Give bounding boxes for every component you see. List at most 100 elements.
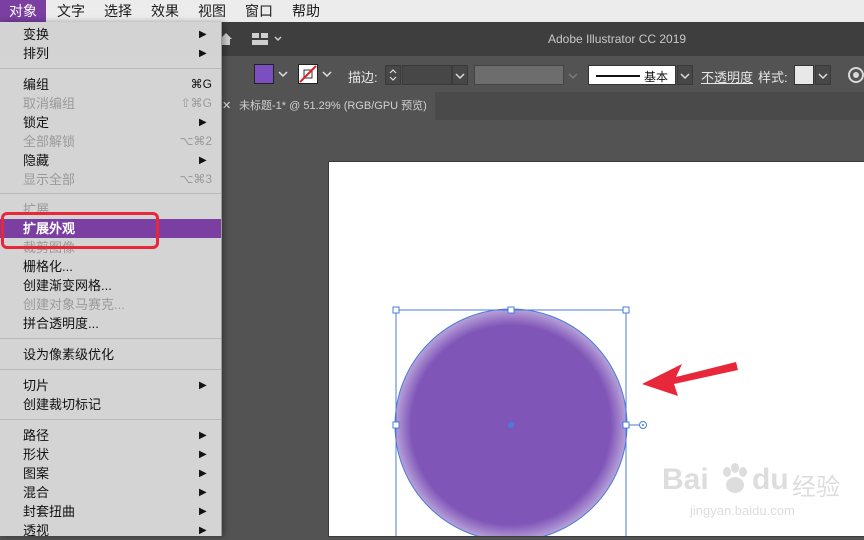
style-label: 样式: (758, 70, 788, 85)
menu-item-hide[interactable]: 隐藏 ▶ (0, 151, 221, 170)
menu-item-label: 栅格化... (23, 259, 73, 274)
stroke-style-value: 基本 (644, 70, 669, 84)
menu-item-create-trim-marks[interactable]: 创建裁切标记 (0, 395, 221, 414)
recolor-icon[interactable] (847, 66, 864, 84)
menu-item-shortcut: ⌘G (190, 77, 212, 91)
menu-item-blend[interactable]: 混合 ▶ (0, 483, 221, 502)
menu-item-label: 图案 (23, 466, 50, 481)
red-highlight-annotation (1, 212, 159, 249)
menu-item-rasterize[interactable]: 栅格化... (0, 257, 221, 276)
fill-swatch[interactable] (254, 64, 274, 84)
menu-separator (0, 68, 221, 69)
menu-item-label: 路径 (23, 428, 50, 443)
menu-item-path[interactable]: 路径 ▶ (0, 426, 221, 445)
submenu-arrow-icon: ▶ (199, 380, 207, 391)
menu-separator (0, 193, 221, 194)
menu-item-group[interactable]: 编组 ⌘G (0, 75, 221, 94)
menu-item-unlock-all: 全部解锁 ⌥⌘2 (0, 132, 221, 151)
menu-item-label: 隐藏 (23, 153, 50, 168)
handle-top-left[interactable] (392, 306, 400, 314)
menu-effect[interactable]: 效果 (142, 0, 188, 22)
menu-separator (0, 369, 221, 370)
menu-item-ungroup: 取消编组 ⇧⌘G (0, 94, 221, 113)
submenu-arrow-icon: ▶ (199, 430, 207, 441)
menu-separator (0, 338, 221, 339)
baidu-watermark: Bai du 经验 jingyan.baidu.com (652, 455, 864, 536)
menu-item-lock[interactable]: 锁定 ▶ (0, 113, 221, 132)
document-tab[interactable]: ✕ 未标题-1* @ 51.29% (RGB/GPU 预览) (220, 92, 435, 120)
submenu-arrow-icon: ▶ (199, 449, 207, 460)
submenu-arrow-icon: ▶ (199, 155, 207, 166)
submenu-arrow-icon: ▶ (199, 117, 207, 128)
menu-item-label: 锁定 (23, 115, 50, 130)
menu-item-create-object-mosaic: 创建对象马赛克... (0, 295, 221, 314)
watermark-url: jingyan.baidu.com (690, 503, 795, 518)
graphic-style-swatch[interactable] (794, 65, 814, 85)
menu-item-shortcut: ⇧⌘G (180, 96, 212, 110)
handle-top-middle[interactable] (507, 306, 515, 314)
handle-middle-right[interactable] (622, 421, 630, 429)
menu-item-label: 取消编组 (23, 96, 76, 111)
menu-item-pattern[interactable]: 图案 ▶ (0, 464, 221, 483)
variable-width-profile[interactable] (474, 65, 564, 85)
red-arrow-annotation (642, 362, 738, 396)
submenu-arrow-icon: ▶ (199, 468, 207, 479)
menu-item-label: 切片 (23, 378, 50, 393)
arrange-documents-icon[interactable] (251, 31, 283, 47)
submenu-arrow-icon: ▶ (199, 487, 207, 498)
menu-item-flatten-transparency[interactable]: 拼合透明度... (0, 314, 221, 333)
watermark-brand2: du (752, 463, 789, 496)
chevron-down-icon[interactable] (452, 65, 468, 85)
chevron-down-icon[interactable] (566, 66, 580, 84)
document-tab-title: 未标题-1* @ 51.29% (RGB/GPU 预览) (239, 100, 427, 112)
menu-item-slice[interactable]: 切片 ▶ (0, 376, 221, 395)
close-icon[interactable]: ✕ (222, 92, 231, 120)
menu-item-label: 创建渐变网格... (23, 278, 112, 293)
handle-top-right[interactable] (622, 306, 630, 314)
submenu-arrow-icon: ▶ (199, 29, 207, 40)
menu-window[interactable]: 窗口 (236, 0, 282, 22)
chevron-down-icon[interactable] (815, 65, 831, 85)
menu-item-create-gradient-mesh[interactable]: 创建渐变网格... (0, 276, 221, 295)
menu-item-show-all: 显示全部 ⌥⌘3 (0, 170, 221, 189)
brush-definition-select[interactable]: 基本 (588, 65, 676, 85)
menu-view[interactable]: 视图 (189, 0, 235, 22)
menu-item-label: 封套扭曲 (23, 504, 76, 519)
handle-middle-left[interactable] (392, 421, 400, 429)
chevron-down-icon[interactable] (276, 66, 290, 82)
menu-item-shape[interactable]: 形状 ▶ (0, 445, 221, 464)
menu-item-label: 设为像素级优化 (23, 347, 115, 362)
menu-item-label: 排列 (23, 46, 50, 61)
app-title: Adobe Illustrator CC 2019 (548, 32, 687, 46)
chevron-down-icon[interactable] (677, 65, 693, 85)
menu-item-pixel-perfect[interactable]: 设为像素级优化 (0, 345, 221, 364)
menu-item-label: 透视 (23, 523, 50, 538)
menu-item-label: 变换 (23, 27, 50, 42)
menu-type[interactable]: 文字 (48, 0, 94, 22)
watermark-suffix: 经验 (792, 474, 840, 501)
menu-item-shortcut: ⌥⌘2 (179, 134, 212, 148)
menu-bar: 对象 文字 选择 效果 视图 窗口 帮助 (0, 0, 864, 23)
stroke-swatch[interactable] (298, 64, 318, 84)
watermark-brand: Bai (662, 463, 709, 496)
menu-separator (0, 419, 221, 420)
menu-item-shortcut: ⌥⌘3 (179, 172, 212, 186)
object-menu-dropdown: 变换 ▶ 排列 ▶ 编组 ⌘G 取消编组 ⇧⌘G 锁定 ▶ 全部解锁 ⌥⌘2 隐藏 ▶ 显示全… (0, 22, 222, 538)
menu-item-label: 拼合透明度... (23, 316, 99, 331)
stroke-weight-stepper[interactable] (385, 65, 401, 85)
menu-item-arrange[interactable]: 排列 ▶ (0, 44, 221, 63)
chevron-down-icon[interactable] (320, 66, 334, 82)
menu-item-transform[interactable]: 变换 ▶ (0, 25, 221, 44)
opacity-link[interactable]: 不透明度 (701, 67, 753, 86)
menu-help[interactable]: 帮助 (283, 0, 329, 22)
menu-item-envelope-distort[interactable]: 封套扭曲 ▶ (0, 502, 221, 521)
menu-item-label: 编组 (23, 77, 50, 92)
stroke-label: 描边: (348, 70, 378, 85)
menu-object[interactable]: 对象 (0, 0, 46, 22)
center-point (508, 422, 514, 428)
stroke-weight-input[interactable] (402, 65, 452, 85)
menu-item-perspective[interactable]: 透视 ▶ (0, 521, 221, 540)
menu-item-label: 混合 (23, 485, 50, 500)
submenu-arrow-icon: ▶ (199, 506, 207, 517)
menu-select[interactable]: 选择 (95, 0, 141, 22)
